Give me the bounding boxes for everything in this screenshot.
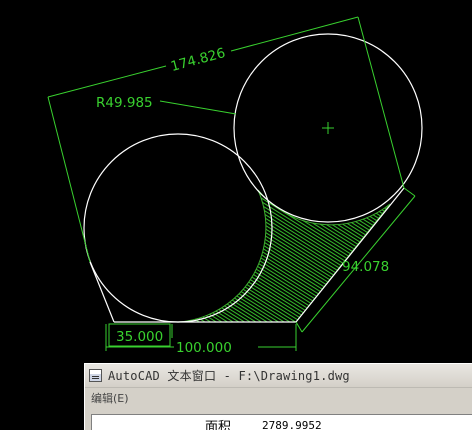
menu-edit[interactable]: 编辑(E)	[91, 390, 129, 406]
text-window-icon[interactable]	[89, 369, 102, 382]
dim-aligned-top-extension-left	[47, 96, 91, 263]
text-window-titlebar[interactable]: AutoCAD 文本窗口 - F:\Drawing1.dwg	[85, 364, 472, 388]
hatched-region[interactable]	[177, 189, 391, 323]
dim-radius-text[interactable]: R49.985	[96, 95, 153, 111]
dim-length-text[interactable]: 100.000	[176, 340, 232, 356]
text-window-title: AutoCAD 文本窗口 - F:\Drawing1.dwg	[108, 369, 350, 383]
area-value: 2789.9952	[262, 419, 322, 430]
radius-leader	[159, 100, 237, 115]
left-tangent-line[interactable]	[89, 261, 115, 323]
text-window-menubar: 编辑(E)	[85, 388, 472, 408]
dim-aligned-top-extension-right	[357, 16, 405, 189]
text-window-content[interactable]: 面积 2789.9952	[91, 414, 472, 430]
dim-aligned-right-extension-top	[403, 187, 416, 197]
dim-aligned-right-extension-bottom	[295, 321, 303, 333]
dim-aligned-top-text[interactable]: 174.826	[169, 45, 227, 75]
area-label: 面积	[205, 420, 232, 430]
dim-offset-text[interactable]: 35.000	[116, 329, 163, 345]
dim-aligned-right-text[interactable]: 94.078	[342, 259, 389, 275]
text-window[interactable]: AutoCAD 文本窗口 - F:\Drawing1.dwg 编辑(E) 面积 …	[84, 363, 472, 430]
dim-aligned-top-line-right	[230, 16, 359, 52]
dim-aligned-top-line-left	[47, 65, 167, 98]
crosshair-icon	[322, 122, 334, 134]
